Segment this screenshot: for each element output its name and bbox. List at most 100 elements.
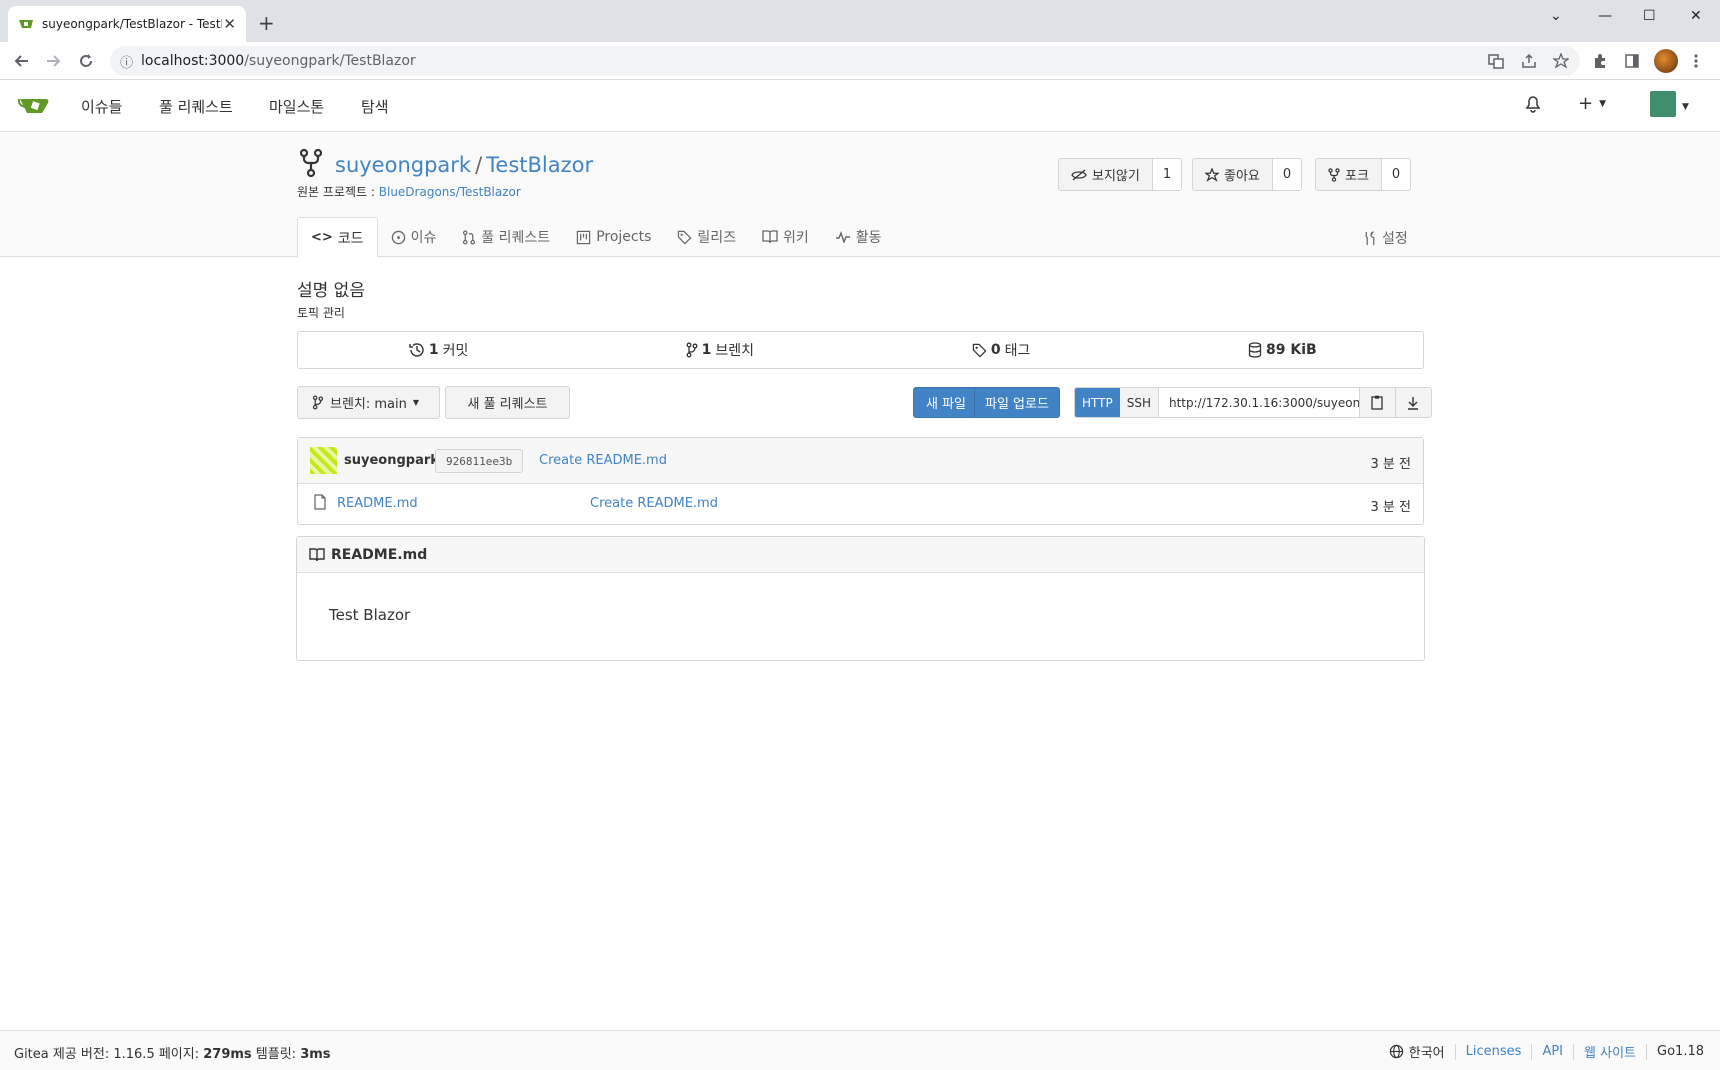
fork-count[interactable]: 0 (1381, 158, 1412, 191)
commit-author-avatar[interactable] (310, 447, 337, 474)
commit-author[interactable]: suyeongpark (344, 453, 439, 468)
footer-version-info: Gitea 제공 버전: 1.16.5 페이지: 279ms 템플릿: 3ms (14, 1043, 331, 1062)
unwatch-button[interactable]: 보지않기 (1058, 158, 1153, 191)
forward-icon[interactable] (43, 51, 63, 71)
reload-icon[interactable] (76, 51, 96, 71)
fork-button[interactable]: 포크 (1315, 158, 1382, 191)
clone-http-button[interactable]: HTTP (1075, 388, 1120, 417)
repo-name-link[interactable]: TestBlazor (486, 153, 593, 177)
forked-from-label: 원본 프로젝트 : (297, 185, 375, 199)
new-file-button[interactable]: 새 파일 (913, 387, 980, 418)
clone-ssh-button[interactable]: SSH (1119, 388, 1159, 417)
upload-file-button[interactable]: 파일 업로드 (974, 387, 1060, 418)
translate-icon[interactable] (1488, 53, 1504, 69)
chrome-profile-avatar[interactable] (1654, 49, 1678, 73)
fork-icon (1328, 167, 1340, 182)
book-icon (762, 230, 778, 244)
forked-from: 원본 프로젝트 : BlueDragons/TestBlazor (297, 183, 521, 200)
tab-settings[interactable]: 설정 (1363, 228, 1408, 248)
branch-icon (686, 342, 698, 358)
chrome-menu-icon[interactable] (1694, 53, 1698, 69)
branches-stat[interactable]: 1 브렌치 (579, 332, 860, 368)
code-icon: <> (311, 230, 333, 245)
file-icon (314, 494, 326, 510)
readme-content: Test Blazor (329, 606, 411, 624)
copy-url-button[interactable] (1358, 388, 1395, 417)
book-icon (309, 547, 325, 562)
pulse-icon (835, 231, 851, 243)
go-version: Go1.18 (1657, 1044, 1704, 1059)
site-info-icon[interactable]: ⓘ (120, 52, 133, 71)
repo-title-separator: / (475, 153, 483, 177)
tab-releases[interactable]: 릴리즈 (664, 217, 749, 257)
side-panel-icon[interactable] (1624, 53, 1640, 69)
commit-sha-button[interactable]: 926811ee3b (435, 449, 524, 473)
footer-template-label: 템플릿: (251, 1047, 301, 1062)
branch-selector[interactable]: 브렌치: main ▼ (297, 386, 440, 419)
star-button[interactable]: 좋아요 (1192, 158, 1273, 191)
tab-code[interactable]: <> 코드 (297, 217, 378, 258)
file-name-link[interactable]: README.md (337, 496, 418, 511)
commit-time: 3 분 전 (1370, 457, 1411, 472)
commit-message[interactable]: Create README.md (539, 453, 667, 468)
star-icon (1205, 167, 1219, 182)
language-selector[interactable]: 한국어 (1389, 1042, 1445, 1061)
address-bar[interactable]: ⓘ localhost:3000/suyeongpark/TestBlazor (110, 46, 1580, 76)
file-commit-message[interactable]: Create README.md (590, 496, 718, 511)
tags-stat[interactable]: 0 태그 (861, 332, 1142, 368)
notification-bell-icon[interactable] (1525, 95, 1541, 113)
repo-size: 89 KiB (1266, 342, 1317, 358)
close-tab-icon[interactable]: ✕ (223, 15, 236, 33)
back-icon[interactable] (12, 51, 32, 71)
readme-panel: README.md Test Blazor (296, 536, 1425, 661)
maximize-icon[interactable]: ☐ (1643, 4, 1656, 28)
star-group: 좋아요 0 (1192, 158, 1303, 191)
tools-icon (1363, 230, 1377, 246)
watch-count[interactable]: 1 (1152, 158, 1183, 191)
repo-owner-link[interactable]: suyeongpark (335, 153, 471, 177)
nav-milestones[interactable]: 마일스톤 (269, 96, 324, 117)
browser-tab[interactable]: suyeongpark/TestBlazor - TestBlazor ✕ (8, 6, 246, 42)
tags-label: 태그 (1004, 343, 1031, 359)
nav-pull-requests[interactable]: 풀 리퀘스트 (159, 96, 233, 117)
gitea-navbar: 이슈들 풀 리퀘스트 마일스톤 탐색 + ▼ ▼ (0, 80, 1720, 132)
database-icon (1248, 342, 1262, 358)
tab-search-icon[interactable]: ⌄ (1550, 4, 1562, 28)
download-button[interactable] (1394, 388, 1431, 417)
clone-url-input[interactable]: http://172.30.1.16:3000/suyeongpark/Test… (1159, 388, 1359, 417)
readme-header: README.md (297, 537, 1424, 573)
tab-pull-requests-label: 풀 리퀘스트 (481, 230, 551, 246)
branch-icon (312, 395, 324, 410)
new-tab-icon[interactable]: + (258, 11, 275, 35)
tab-projects[interactable]: Projects (563, 217, 664, 257)
extensions-icon[interactable] (1592, 53, 1608, 69)
eye-closed-icon (1071, 169, 1087, 181)
commits-stat[interactable]: 1 커밋 (298, 332, 579, 368)
browser-tab-title: suyeongpark/TestBlazor - TestBlazor (42, 17, 222, 31)
minimize-icon[interactable]: — (1598, 4, 1612, 28)
bookmark-star-icon[interactable] (1553, 53, 1569, 69)
fork-source-link[interactable]: BlueDragons/TestBlazor (379, 185, 521, 199)
tab-pull-requests[interactable]: 풀 리퀘스트 (449, 217, 563, 257)
user-menu-caret-icon[interactable]: ▼ (1682, 102, 1689, 112)
tab-wiki[interactable]: 위키 (749, 217, 822, 257)
close-window-icon[interactable]: ✕ (1690, 4, 1702, 28)
manage-topics-link[interactable]: 토픽 관리 (297, 304, 345, 321)
create-new-icon[interactable]: + ▼ (1578, 93, 1606, 114)
tab-activity[interactable]: 활동 (822, 217, 895, 257)
nav-issues[interactable]: 이슈들 (81, 96, 122, 117)
share-icon[interactable] (1521, 53, 1537, 69)
api-link[interactable]: API (1542, 1044, 1563, 1059)
star-count[interactable]: 0 (1272, 158, 1303, 191)
gitea-favicon-icon (18, 16, 34, 32)
footer-separator (1454, 1043, 1456, 1060)
new-pull-request-button[interactable]: 새 풀 리퀘스트 (445, 386, 570, 419)
tab-issues[interactable]: 이슈 (378, 217, 450, 257)
nav-explore[interactable]: 탐색 (361, 96, 389, 117)
gitea-logo-icon[interactable] (18, 93, 50, 117)
branches-label: 브렌치 (715, 343, 755, 359)
website-link[interactable]: 웹 사이트 (1584, 1042, 1636, 1061)
user-avatar[interactable] (1650, 91, 1676, 117)
licenses-link[interactable]: Licenses (1466, 1044, 1522, 1059)
globe-icon (1389, 1044, 1404, 1059)
